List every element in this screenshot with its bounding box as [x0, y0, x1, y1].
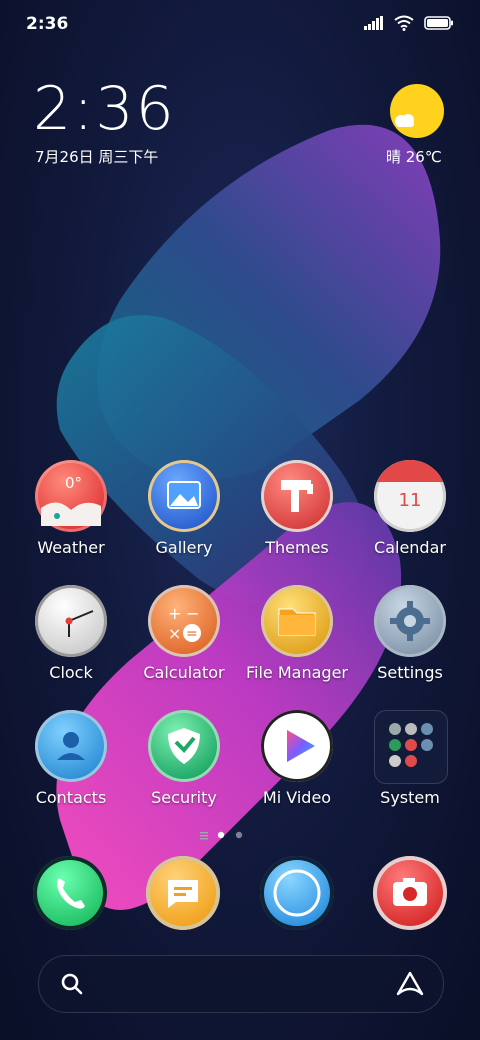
camera-icon[interactable]: [373, 856, 447, 930]
dock: [0, 0, 480, 1040]
search-icon[interactable]: [59, 971, 85, 997]
messages-icon[interactable]: [146, 856, 220, 930]
browser-icon[interactable]: [260, 856, 334, 930]
search-bar[interactable]: [38, 955, 444, 1013]
phone-icon[interactable]: [33, 856, 107, 930]
weather-cloud-icon: [395, 114, 414, 127]
assistant-icon[interactable]: [395, 970, 425, 998]
